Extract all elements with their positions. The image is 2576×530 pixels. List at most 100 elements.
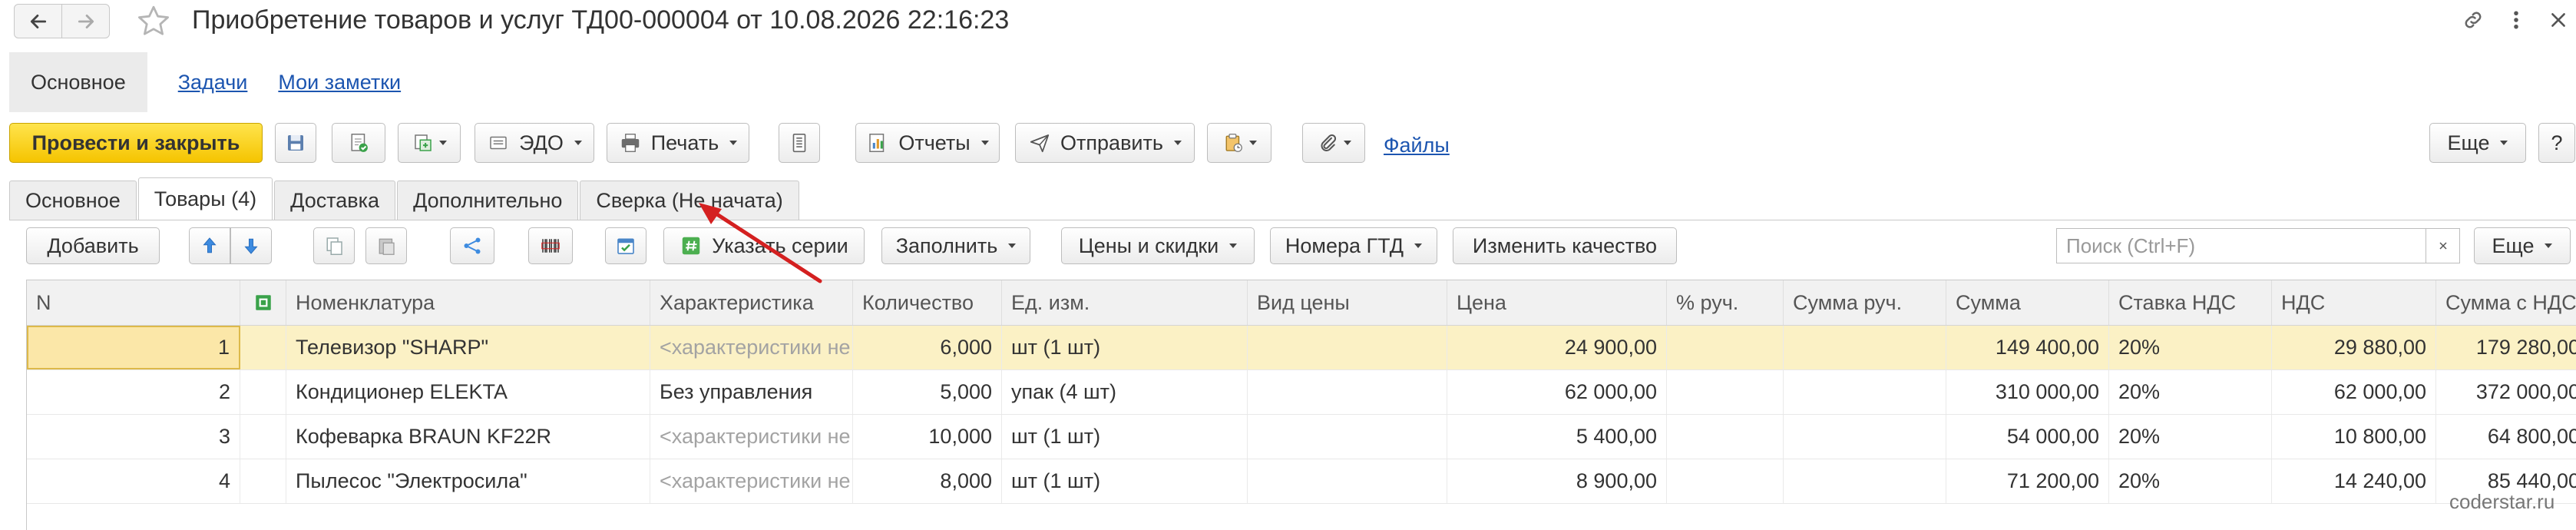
cell-unit[interactable]: упак (4 шт) <box>1002 370 1248 414</box>
cell-price-type[interactable] <box>1248 370 1447 414</box>
col-unit[interactable]: Ед. изм. <box>1002 280 1248 325</box>
cell-manual-pct[interactable] <box>1667 459 1784 503</box>
cell-unit[interactable]: шт (1 шт) <box>1002 415 1248 459</box>
cell-vat-rate[interactable]: 20% <box>2109 326 2272 369</box>
copy-row-button[interactable] <box>313 227 355 264</box>
paperclip-button[interactable] <box>1302 123 1365 163</box>
cell-sum[interactable]: 54 000,00 <box>1946 415 2109 459</box>
cell-item[interactable]: Кондиционер ELEKTA <box>286 370 650 414</box>
table-row[interactable]: 2 Кондиционер ELEKTA Без управления 5,00… <box>27 370 2576 415</box>
col-price[interactable]: Цена <box>1447 280 1667 325</box>
col-total[interactable]: Сумма с НДС <box>2436 280 2576 325</box>
col-nomenclature[interactable]: Номенклатура <box>286 280 650 325</box>
search-input[interactable]: Поиск (Ctrl+F) <box>2056 228 2426 263</box>
cell-vat-rate[interactable]: 20% <box>2109 415 2272 459</box>
cell-quantity[interactable]: 6,000 <box>853 326 1002 369</box>
cell-price[interactable]: 62 000,00 <box>1447 370 1667 414</box>
attachments-button[interactable] <box>1207 123 1271 163</box>
table-row[interactable]: 3 Кофеварка BRAUN KF22R <характеристики … <box>27 415 2576 459</box>
reports-button[interactable]: Отчеты <box>855 123 1000 163</box>
cell-price[interactable]: 5 400,00 <box>1447 415 1667 459</box>
post-button[interactable] <box>332 123 385 163</box>
tab-main[interactable]: Основное <box>9 181 137 220</box>
cell-characteristic[interactable]: Без управления <box>650 370 853 414</box>
col-n[interactable]: N <box>27 280 240 325</box>
col-price-type[interactable]: Вид цены <box>1248 280 1447 325</box>
table-row[interactable]: 4 Пылесос "Электросила" <характеристики … <box>27 459 2576 504</box>
cell-manual-sum[interactable] <box>1784 326 1946 369</box>
cell-manual-pct[interactable] <box>1667 326 1784 369</box>
tab-delivery[interactable]: Доставка <box>274 181 396 220</box>
cell-characteristic[interactable]: <характеристики не используются> <box>650 459 853 503</box>
cell-price[interactable]: 24 900,00 <box>1447 326 1667 369</box>
cell-manual-pct[interactable] <box>1667 415 1784 459</box>
cell-price-type[interactable] <box>1248 326 1447 369</box>
files-link[interactable]: Файлы <box>1384 134 1450 157</box>
document-structure-button[interactable] <box>779 123 820 163</box>
col-quantity[interactable]: Количество <box>853 280 1002 325</box>
col-vat-rate[interactable]: Ставка НДС <box>2109 280 2272 325</box>
section-link-tasks[interactable]: Задачи <box>178 71 248 94</box>
paste-row-button[interactable] <box>365 227 407 264</box>
tab-goods[interactable]: Товары (4) <box>137 177 273 220</box>
back-button[interactable] <box>14 4 62 38</box>
cell-vat-rate[interactable]: 20% <box>2109 370 2272 414</box>
cell-vat-rate[interactable]: 20% <box>2109 459 2272 503</box>
cell-price-type[interactable] <box>1248 415 1447 459</box>
cell-quantity[interactable]: 8,000 <box>853 459 1002 503</box>
cell-sum[interactable]: 71 200,00 <box>1946 459 2109 503</box>
col-sum[interactable]: Сумма <box>1946 280 2109 325</box>
col-picture[interactable] <box>240 280 286 325</box>
add-row-button[interactable]: Добавить <box>26 227 160 264</box>
clear-search-button[interactable] <box>2426 228 2460 263</box>
move-up-button[interactable] <box>189 227 230 264</box>
cell-n[interactable]: 3 <box>27 415 240 459</box>
split-row-button[interactable] <box>450 227 494 264</box>
cell-unit[interactable]: шт (1 шт) <box>1002 326 1248 369</box>
cell-item[interactable]: Пылесос "Электросила" <box>286 459 650 503</box>
col-manual-sum[interactable]: Сумма руч. <box>1784 280 1946 325</box>
cell-total[interactable]: 372 000,00 <box>2436 370 2576 414</box>
send-button[interactable]: Отправить <box>1015 123 1195 163</box>
cell-price[interactable]: 8 900,00 <box>1447 459 1667 503</box>
cell-n[interactable]: 4 <box>27 459 240 503</box>
move-down-button[interactable] <box>230 227 272 264</box>
link-button[interactable] <box>2455 5 2491 35</box>
cell-vat[interactable]: 62 000,00 <box>2272 370 2436 414</box>
cell-unit[interactable]: шт (1 шт) <box>1002 459 1248 503</box>
cell-picture[interactable] <box>240 459 286 503</box>
more-button[interactable]: Еще <box>2429 123 2526 163</box>
cell-item[interactable]: Кофеварка BRAUN KF22R <box>286 415 650 459</box>
cell-vat[interactable]: 10 800,00 <box>2272 415 2436 459</box>
cell-picture[interactable] <box>240 415 286 459</box>
change-quality-button[interactable]: Изменить качество <box>1453 227 1677 264</box>
check-table-button[interactable] <box>605 227 646 264</box>
cell-price-type[interactable] <box>1248 459 1447 503</box>
cell-total[interactable]: 179 280,00 <box>2436 326 2576 369</box>
cell-characteristic[interactable]: <характеристики не используются> <box>650 415 853 459</box>
close-button[interactable] <box>2543 5 2574 35</box>
cell-sum[interactable]: 149 400,00 <box>1946 326 2109 369</box>
section-link-notes[interactable]: Мои заметки <box>278 71 401 94</box>
cell-n[interactable]: 2 <box>27 370 240 414</box>
cell-picture[interactable] <box>240 370 286 414</box>
cell-manual-sum[interactable] <box>1784 370 1946 414</box>
cell-picture[interactable] <box>240 326 286 369</box>
cell-vat[interactable]: 14 240,00 <box>2272 459 2436 503</box>
cell-total[interactable]: 64 800,00 <box>2436 415 2576 459</box>
create-based-on-button[interactable] <box>398 123 461 163</box>
barcode-button[interactable] <box>528 227 573 264</box>
more-actions-button[interactable] <box>2505 5 2528 35</box>
cell-item[interactable]: Телевизор "SHARP" <box>286 326 650 369</box>
forward-button[interactable] <box>61 4 110 38</box>
cell-vat[interactable]: 29 880,00 <box>2272 326 2436 369</box>
prices-discounts-button[interactable]: Цены и скидки <box>1061 227 1255 264</box>
cell-manual-pct[interactable] <box>1667 370 1784 414</box>
cell-characteristic[interactable]: <характеристики не используются> <box>650 326 853 369</box>
cell-quantity[interactable]: 5,000 <box>853 370 1002 414</box>
cell-sum[interactable]: 310 000,00 <box>1946 370 2109 414</box>
tab-additional[interactable]: Дополнительно <box>397 181 579 220</box>
save-button[interactable] <box>275 123 316 163</box>
fill-button[interactable]: Заполнить <box>881 227 1030 264</box>
cell-quantity[interactable]: 10,000 <box>853 415 1002 459</box>
